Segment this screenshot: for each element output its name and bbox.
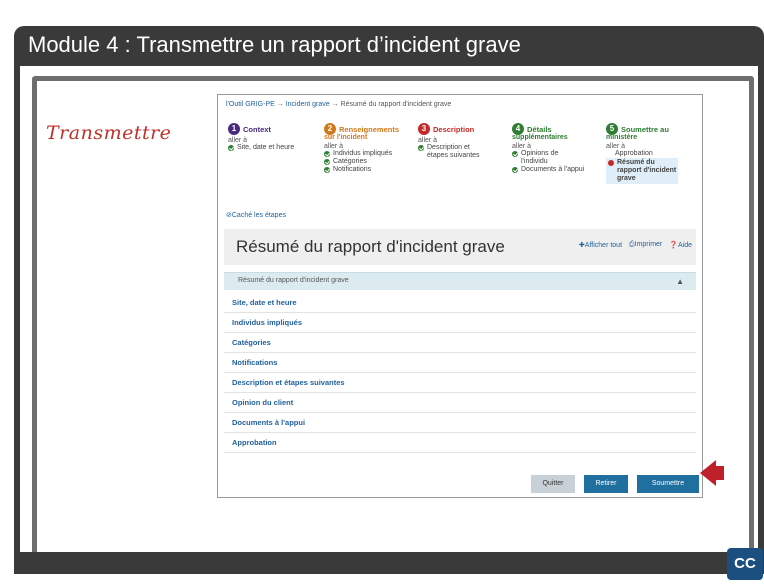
section-link[interactable]: Individus impliqués: [224, 313, 696, 333]
breadcrumb: l'Outil GRIG-PE → Incident grave → Résum…: [226, 101, 451, 108]
check-icon: [324, 159, 330, 165]
step-title: Description: [433, 124, 475, 134]
section-link[interactable]: Catégories: [224, 333, 696, 353]
breadcrumb-sep: →: [331, 101, 339, 108]
step-2[interactable]: 2 Renseignements sur l'incident aller à I…: [324, 123, 399, 174]
error-icon: [608, 160, 614, 166]
print-button[interactable]: ⎙Imprimer: [629, 241, 662, 249]
breadcrumb-current: Résumé du rapport d'incident grave: [340, 101, 452, 108]
summary-header: Résumé du rapport d'incident grave ✚Affi…: [224, 229, 696, 265]
hide-steps-link[interactable]: ⊘Caché les étapes: [226, 211, 286, 219]
step-title: Renseignements: [339, 124, 400, 134]
step-item-opinions[interactable]: Opinions de l'individu: [512, 150, 584, 166]
pointer-arrow-tail: [714, 466, 724, 480]
side-label: Transmettre: [46, 122, 172, 144]
breadcrumb-incident[interactable]: Incident grave: [286, 101, 330, 108]
submit-button[interactable]: Soumettre: [637, 475, 699, 493]
step-item-documents[interactable]: Documents à l'appui: [512, 166, 584, 174]
step-goto: aller à: [606, 143, 626, 150]
step-goto: aller à: [418, 137, 438, 144]
step-item-description[interactable]: Description et étapes suivantes: [418, 144, 480, 160]
step-item-categories[interactable]: Catégories: [324, 158, 399, 166]
step-item-individus[interactable]: Individus impliqués: [324, 150, 399, 158]
help-button[interactable]: ❓Aide: [669, 241, 692, 249]
accordion-header[interactable]: Résumé du rapport d'incident grave ▲: [224, 272, 696, 290]
summary-toolbar: ✚Afficher tout ⎙Imprimer ❓Aide: [579, 241, 692, 249]
breadcrumb-home[interactable]: l'Outil GRIG-PE: [226, 101, 275, 108]
step-1[interactable]: 1 Context aller à Site, date et heure: [228, 123, 294, 152]
closed-captions-button[interactable]: CC: [727, 548, 763, 580]
step-subtitle: supplémentaires: [512, 134, 568, 141]
help-icon: ❓: [669, 242, 678, 249]
section-link[interactable]: Description et étapes suivantes: [224, 373, 696, 393]
check-icon: [418, 145, 424, 151]
chevron-up-icon: ▲: [676, 277, 684, 286]
step-3[interactable]: 3 Description aller à Description et étape…: [418, 123, 480, 160]
step-subtitle: ministère: [606, 134, 638, 141]
breadcrumb-sep: →: [276, 101, 284, 108]
step-goto: aller à: [324, 143, 344, 150]
step-subtitle: sur l'incident: [324, 134, 368, 141]
step-item-notifications[interactable]: Notifications: [324, 166, 399, 174]
slide-bottom-bar: [14, 552, 764, 574]
step-goto: aller à: [228, 137, 248, 144]
section-link[interactable]: Site, date et heure: [224, 293, 696, 313]
app-screenshot: l'Outil GRIG-PE → Incident grave → Résum…: [217, 94, 703, 498]
step-item-approbation[interactable]: Approbation: [615, 150, 678, 158]
section-link[interactable]: Opinion du client: [224, 393, 696, 413]
show-all-button[interactable]: ✚Afficher tout: [579, 241, 622, 249]
step-item-site[interactable]: Site, date et heure: [228, 144, 294, 152]
step-title: Context: [243, 124, 271, 134]
step-goto: aller à: [512, 143, 532, 150]
accordion-label: Résumé du rapport d'incident grave: [238, 277, 349, 284]
page-title: Résumé du rapport d'incident grave: [236, 237, 505, 256]
step-number-badge: 1: [228, 123, 240, 135]
step-number-badge: 3: [418, 123, 430, 135]
check-icon: [512, 167, 518, 173]
section-link[interactable]: Documents à l'appui: [224, 413, 696, 433]
step-5[interactable]: 5 Soumettre au ministère aller à Approbat…: [606, 123, 679, 184]
step-item-resume-current[interactable]: Résumé du rapport d'incident grave: [606, 158, 679, 184]
check-icon: [324, 167, 330, 173]
module-header: Module 4 : Transmettre un rapport d’inci…: [14, 26, 764, 66]
quit-button[interactable]: Quitter: [531, 475, 575, 493]
withdraw-button[interactable]: Retirer: [584, 475, 628, 493]
check-icon: [324, 151, 330, 157]
check-icon: [512, 151, 518, 157]
module-title: Module 4 : Transmettre un rapport d’inci…: [28, 32, 521, 57]
step-title: Détails: [527, 124, 552, 134]
step-4[interactable]: 4 Détails supplémentaires aller à Opinion…: [512, 123, 584, 174]
step-title: Soumettre au: [621, 124, 669, 134]
section-link[interactable]: Approbation: [224, 433, 696, 453]
section-link[interactable]: Notifications: [224, 353, 696, 373]
check-icon: [228, 145, 234, 151]
